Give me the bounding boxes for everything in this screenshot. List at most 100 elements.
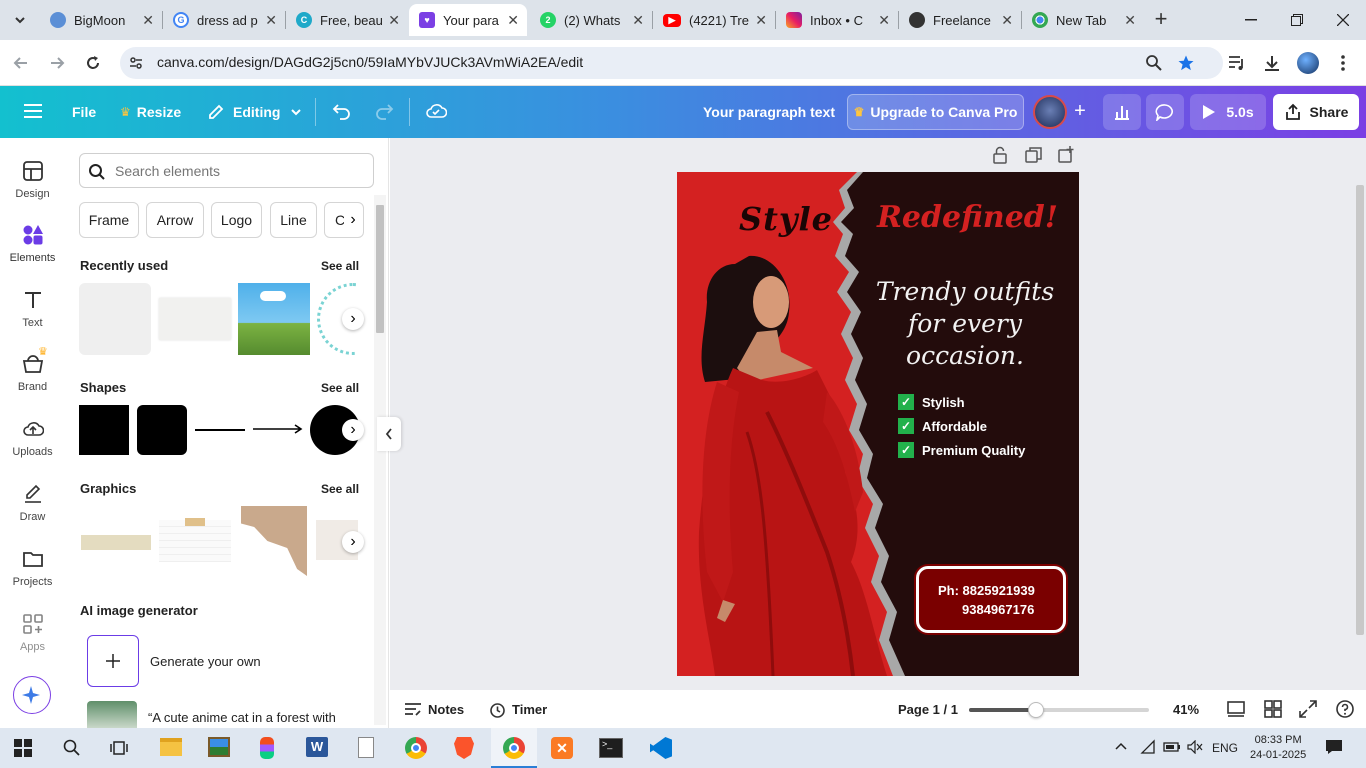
panel-scrollbar[interactable] [374,195,386,725]
file-menu[interactable]: File [72,104,96,120]
tab-freelance[interactable]: Freelance ✕ [899,4,1021,36]
recent-item-paper[interactable] [159,298,231,340]
graphics-scroll-right[interactable]: › [342,531,364,553]
present-button[interactable]: 5.0s [1190,94,1266,130]
generate-own-label[interactable]: Generate your own [150,654,261,669]
chrome-app[interactable] [405,737,427,759]
chip-arrow[interactable]: Arrow [146,202,204,238]
tab-youtube[interactable]: ▶ (4221) Tre ✕ [653,4,775,36]
recently-used-see-all[interactable]: See all [321,259,359,273]
shape-square[interactable] [79,405,129,455]
close-icon[interactable]: ✕ [878,12,890,29]
zoom-icon[interactable] [1146,55,1162,71]
forward-button[interactable] [48,54,66,72]
canvas-scrollbar[interactable] [1356,185,1364,635]
notes-button[interactable]: Notes [404,701,464,717]
rail-item-apps[interactable]: Apps [0,613,65,653]
redo-button[interactable] [374,102,394,120]
start-button[interactable] [14,739,32,757]
shapes-scroll-right[interactable]: › [342,419,364,441]
clock[interactable]: 08:33 PM 24-01-2025 [1250,733,1306,763]
collapse-panel-button[interactable] [377,417,401,451]
graphic-tape[interactable] [81,535,151,550]
rail-item-projects[interactable]: Projects [0,548,65,588]
magic-ai-button[interactable] [13,676,51,714]
language-indicator[interactable]: ENG [1212,741,1238,755]
page-view-button[interactable] [1227,700,1245,718]
timer-button[interactable]: Timer [489,701,547,718]
volume-muted-icon[interactable] [1187,740,1203,754]
network-icon[interactable] [1140,739,1156,755]
rail-item-draw[interactable]: Draw [0,483,65,523]
comments-button[interactable] [1146,94,1184,130]
url-text[interactable]: canva.com/design/DAGdG2j5cn0/59IaMYbVJUC… [157,54,583,70]
rail-item-brand[interactable]: ♛ Brand [0,346,65,393]
task-view-button[interactable] [110,739,128,757]
close-icon[interactable]: ✕ [632,12,644,29]
notification-center-button[interactable] [1325,739,1343,755]
close-icon[interactable]: ✕ [388,12,400,29]
chip-logo[interactable]: Logo [211,202,262,238]
close-icon[interactable]: ✕ [507,12,519,29]
close-icon[interactable]: ✕ [142,12,154,29]
anime-cat-thumbnail[interactable] [87,701,137,728]
media-control-icon[interactable] [1228,55,1246,71]
terminal-app[interactable]: >_ [599,738,623,758]
tab-bigmoon[interactable]: BigMoon ✕ [40,4,162,36]
grid-view-button[interactable] [1264,700,1282,718]
fullscreen-button[interactable] [1299,700,1317,718]
duplicate-page-button[interactable] [1025,147,1042,164]
collaborator-avatar[interactable] [1033,95,1067,129]
recent-item-landscape[interactable] [238,283,310,355]
notepad-app[interactable] [358,737,374,758]
shape-rounded-square[interactable] [137,405,187,455]
close-icon[interactable]: ✕ [755,12,767,29]
zoom-slider[interactable] [969,702,1149,718]
show-hidden-icons[interactable] [1114,741,1128,751]
shapes-see-all[interactable]: See all [321,381,359,395]
chrome-app-active[interactable] [491,728,537,768]
editing-mode-dropdown[interactable]: Editing [207,103,302,121]
taskbar-search-button[interactable] [63,739,81,757]
search-elements-box[interactable] [79,153,374,188]
close-window-button[interactable] [1328,10,1358,30]
shape-arrow[interactable] [253,423,303,435]
file-explorer-app[interactable] [160,738,182,756]
zoom-level[interactable]: 41% [1173,702,1199,717]
download-icon[interactable] [1263,54,1281,72]
rail-item-design[interactable]: Design [0,160,65,200]
design-page[interactable]: Ph: 8825921939 9384967176 Style Redefine… [677,172,1079,676]
cloud-save-button[interactable] [425,101,447,121]
undo-button[interactable] [332,102,352,120]
ai-prompt-example[interactable]: “A cute anime cat in a forest with [148,710,336,725]
tab-new-tab[interactable]: New Tab ✕ [1022,4,1144,36]
restore-button[interactable] [1282,10,1312,30]
generate-own-button[interactable] [87,635,139,687]
figma-app[interactable] [260,737,274,759]
shape-line[interactable] [195,429,245,431]
resize-button[interactable]: ♛ Resize [120,104,181,120]
tab-canva-design[interactable]: ♥ Your para ✕ [409,4,527,36]
chips-scroll-right[interactable]: › [344,211,362,229]
recent-item-blank[interactable] [79,283,151,355]
graphics-see-all[interactable]: See all [321,482,359,496]
rail-item-uploads[interactable]: Uploads [0,418,65,458]
search-input[interactable] [115,160,365,182]
help-button[interactable] [1336,700,1354,718]
graphic-lined-paper[interactable] [159,518,231,562]
tab-instagram[interactable]: Inbox • C ✕ [776,4,898,36]
share-button[interactable]: Share [1273,94,1359,130]
recent-scroll-right[interactable]: › [342,308,364,330]
close-icon[interactable]: ✕ [1124,12,1136,29]
chip-frame[interactable]: Frame [79,202,139,238]
minimize-button[interactable] [1236,10,1266,30]
word-app[interactable]: W [306,737,328,757]
new-tab-button[interactable]: + [1150,8,1172,30]
back-button[interactable] [12,54,30,72]
photos-app[interactable] [208,737,230,757]
rail-item-text[interactable]: Text [0,289,65,329]
upgrade-button[interactable]: ♛ Upgrade to Canva Pro [847,94,1024,130]
browser-menu-icon[interactable] [1340,54,1346,72]
zoom-slider-thumb[interactable] [1028,702,1044,718]
battery-icon[interactable] [1163,741,1181,753]
